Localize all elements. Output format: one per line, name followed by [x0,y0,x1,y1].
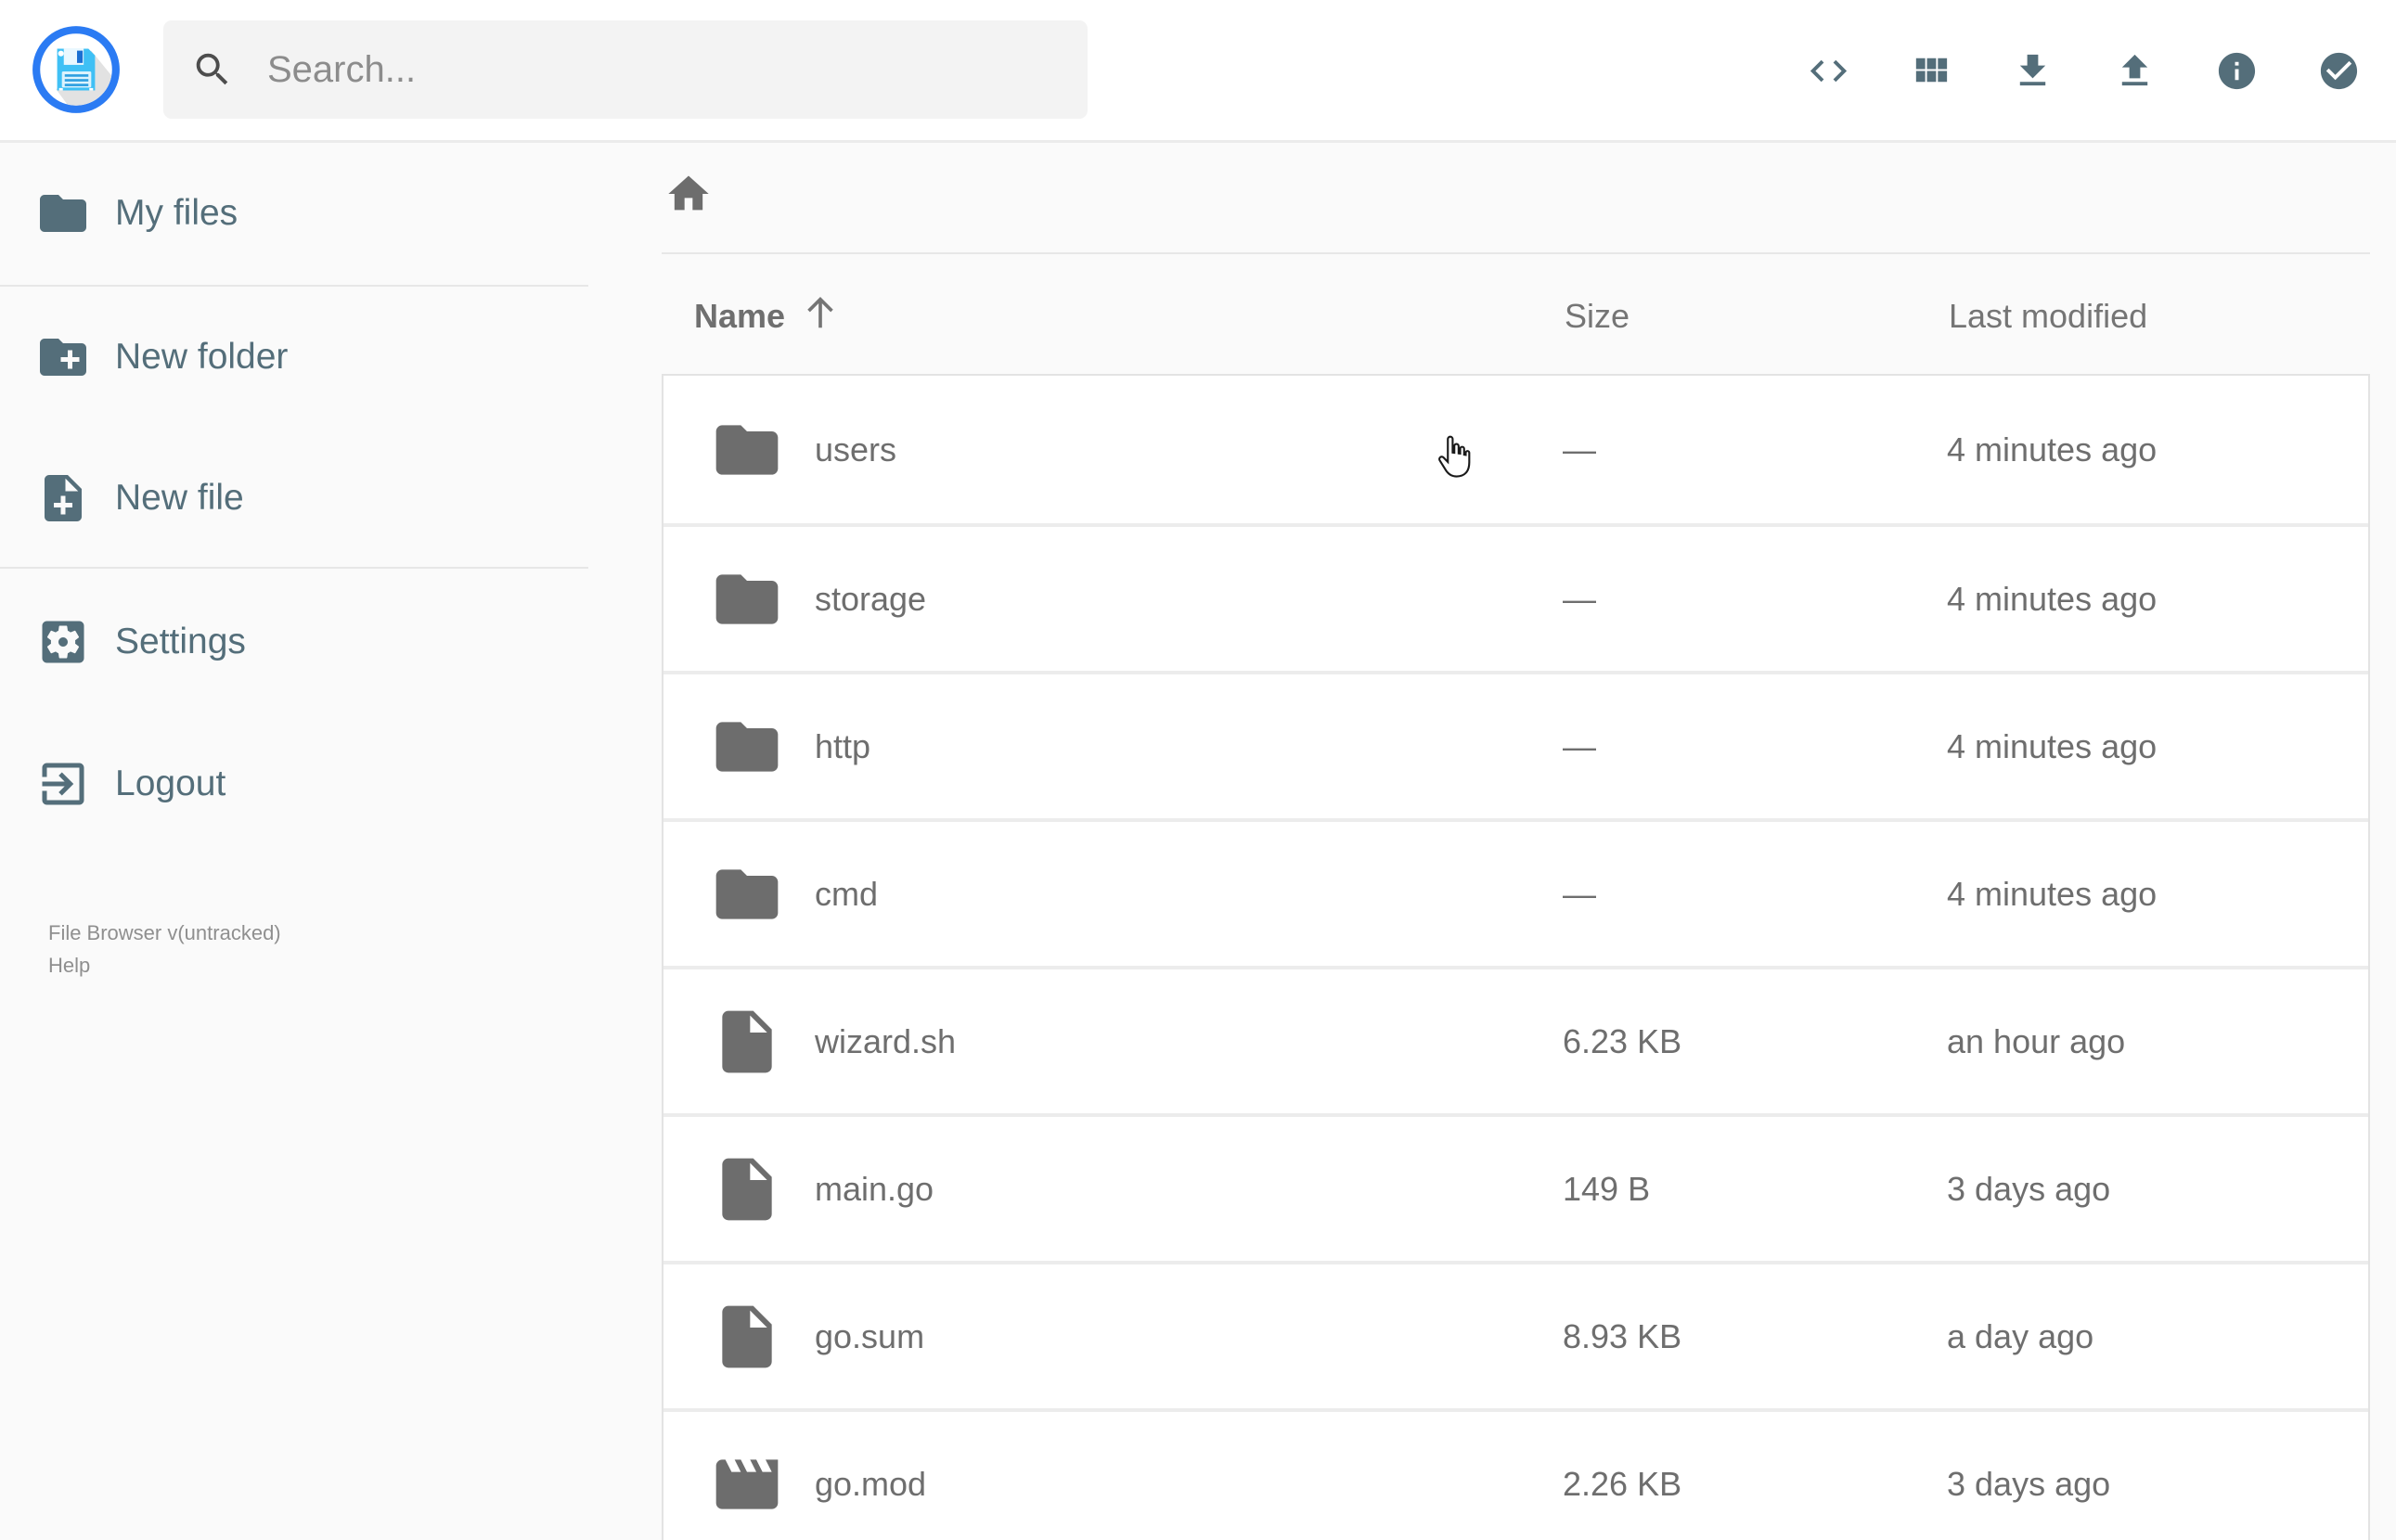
sidebar-footer: File Browser v(untracked) Help [48,917,281,982]
file-size: — [1563,579,1596,618]
sidebar-item-label: New file [115,478,244,518]
file-size: 6.23 KB [1563,1021,1682,1060]
file-icon [722,1305,772,1367]
settings-icon [42,621,84,663]
file-modified: 4 minutes ago [1947,579,2158,618]
file-size: — [1563,874,1596,913]
sidebar-item-my-files[interactable]: My files [0,158,612,269]
table-row-go-sum[interactable]: go.sum 8.93 KB a day ago [663,1261,2368,1408]
home-icon [668,175,709,211]
file-name: users [815,430,897,468]
download-button[interactable] [2011,49,2055,93]
help-link[interactable]: Help [48,954,90,977]
sort-ascending-arrow-icon[interactable] [799,289,842,337]
sidebar-item-label: Settings [115,622,246,661]
file-modified: 3 days ago [1947,1464,2111,1503]
folder-icon [40,195,86,232]
upload-button[interactable] [2113,49,2157,93]
file-modified: 4 minutes ago [1947,726,2158,765]
file-icon [722,1010,772,1072]
upload-icon [2121,54,2148,85]
main-content: Name Size Last modified users — 4 minute… [662,146,2370,1540]
download-icon [2019,54,2046,85]
file-browser-app: { "header": { "logo_icon": "floppy-disk-… [0,0,2396,1540]
sidebar-item-logout[interactable]: Logout [0,728,612,840]
file-name: http [815,726,871,765]
table-row-go-mod[interactable]: go.mod 2.26 KB 3 days ago [663,1408,2368,1540]
table-row-storage[interactable]: storage — 4 minutes ago [663,523,2368,671]
movie-icon [715,1458,779,1509]
sidebar-item-settings[interactable]: Settings [0,586,612,698]
file-name: main.go [815,1169,934,1208]
file-modified: 4 minutes ago [1947,430,2158,468]
info-icon [2218,52,2256,89]
file-modified: an hour ago [1947,1021,2126,1060]
search-icon [196,53,228,85]
search-input[interactable]: Search... [163,20,1088,119]
table-row-users[interactable]: users — 4 minutes ago [663,376,2368,523]
file-modified: 3 days ago [1947,1169,2111,1208]
file-listing: users — 4 minutes ago storage — 4 minute… [662,374,2370,1540]
file-modified: 4 minutes ago [1947,874,2158,913]
file-name: cmd [815,874,879,913]
file-size: — [1563,430,1596,468]
sidebar-divider [0,567,588,569]
table-row-cmd[interactable]: cmd — 4 minutes ago [663,818,2368,966]
file-name: go.sum [815,1316,925,1355]
table-row-main-go[interactable]: main.go 149 B 3 days ago [663,1113,2368,1261]
sidebar-item-new-file[interactable]: New file [0,443,612,554]
top-bar: Search... [0,0,2396,143]
sidebar-item-label: My files [115,193,238,233]
new-folder-icon [40,339,86,376]
header-actions [1807,0,2361,141]
column-header-modified[interactable]: Last modified [1949,297,2147,336]
breadcrumb-home-button[interactable] [664,170,713,218]
sidebar-item-label: Logout [115,764,226,803]
grid-view-icon [1915,58,1948,82]
sidebar-item-label: New folder [115,337,289,377]
code-icon [1810,59,1848,82]
switch-view-button[interactable] [1909,49,1952,93]
sidebar-divider [0,285,588,287]
listing-column-headers: Name Size Last modified [662,281,2370,346]
sidebar-item-new-folder[interactable]: New folder [0,302,612,413]
column-header-name[interactable]: Name [694,297,785,336]
file-modified: a day ago [1947,1316,2094,1355]
file-name: storage [815,579,927,618]
folder-icon [715,721,779,772]
logout-icon [42,763,84,805]
check-circle-icon [2320,52,2358,89]
sidebar: My files New folder New file Settings Lo… [0,146,612,1540]
table-row-http[interactable]: http — 4 minutes ago [663,671,2368,818]
app-version: File Browser v(untracked) [48,921,281,944]
file-browser-logo[interactable] [29,22,123,117]
file-icon [722,1158,772,1220]
file-size: 149 B [1563,1169,1651,1208]
folder-icon [715,868,779,919]
search-placeholder: Search... [267,48,417,90]
info-button[interactable] [2215,49,2259,93]
file-name: wizard.sh [815,1021,957,1060]
column-header-size[interactable]: Size [1565,297,1630,336]
folder-icon [715,424,779,475]
raw-view-button[interactable] [1807,49,1850,93]
file-size: 2.26 KB [1563,1464,1682,1503]
breadcrumb-divider [662,252,2370,254]
table-row-wizard-sh[interactable]: wizard.sh 6.23 KB an hour ago [663,966,2368,1113]
file-size: 8.93 KB [1563,1316,1682,1355]
select-multiple-button[interactable] [2317,49,2361,93]
new-file-icon [45,475,82,521]
folder-icon [715,573,779,624]
file-size: — [1563,726,1596,765]
file-name: go.mod [815,1464,927,1503]
